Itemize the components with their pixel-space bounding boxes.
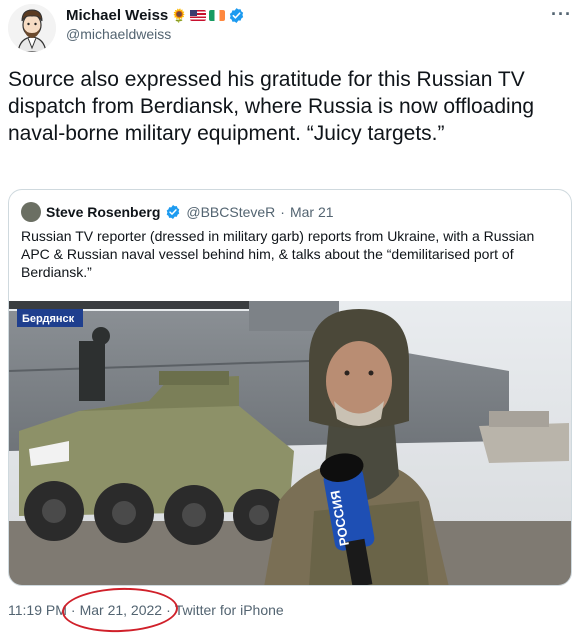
author-display-name[interactable]: Michael Weiss: [66, 7, 168, 24]
tweet-time[interactable]: 11:19 PM: [8, 602, 67, 618]
location-caption: Бердянск: [22, 313, 75, 325]
tweet-text: Source also expressed his gratitude for …: [8, 68, 535, 145]
quoted-author-name[interactable]: Steve Rosenberg: [46, 204, 160, 220]
quoted-author-handle[interactable]: @BBCSteveR: [186, 204, 275, 220]
date-highlight-circle: [61, 585, 179, 635]
author-avatar[interactable]: [8, 4, 56, 52]
quoted-tweet-video-thumbnail[interactable]: РОССИЯ Бердянск: [9, 301, 572, 586]
quoted-author-avatar: [21, 202, 41, 222]
quoted-tweet-card[interactable]: Steve Rosenberg @BBCSteveR · Mar 21 Russ…: [8, 189, 572, 586]
ireland-flag-icon: [209, 9, 226, 21]
us-flag-icon: [190, 9, 207, 21]
sunflower-emoji-icon: 🌻: [171, 7, 188, 23]
more-options-icon[interactable]: ···: [551, 4, 572, 25]
author-handle[interactable]: @michaeldweiss: [66, 26, 171, 42]
quoted-tweet-date[interactable]: Mar 21: [290, 204, 334, 220]
avatar-illustration: [8, 4, 56, 52]
tweet-source[interactable]: Twitter for iPhone: [175, 602, 284, 618]
author-name-row: Michael Weiss 🌻: [66, 5, 245, 25]
meta-separator: ·: [280, 204, 285, 220]
quoted-tweet-text: Russian TV reporter (dressed in military…: [21, 228, 535, 280]
verified-badge-icon: [167, 205, 180, 219]
quoted-tweet-header: Steve Rosenberg @BBCSteveR · Mar 21: [21, 202, 334, 222]
verified-badge-icon: [230, 7, 244, 23]
